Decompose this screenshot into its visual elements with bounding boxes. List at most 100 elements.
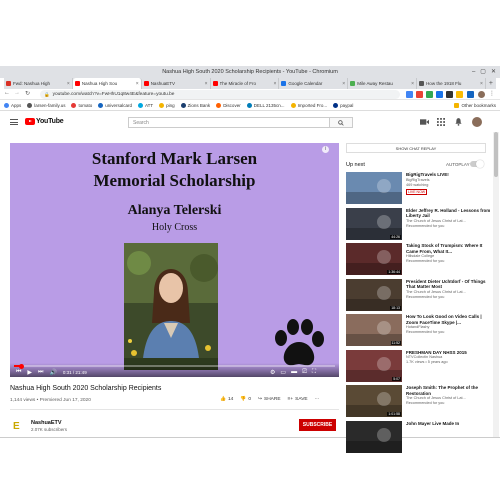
youtube-logo[interactable]: YouTube [25,118,64,125]
volume-icon[interactable]: 🔊 [49,369,56,376]
notifications-bell-icon[interactable] [455,118,462,126]
account-avatar[interactable] [472,117,482,127]
recommended-video[interactable]: John Mayer Live Made In [346,420,492,455]
browser-tab[interactable]: The Miracle of Fro × [211,78,280,89]
browser-tab[interactable]: How the 1918 Flu × [417,78,486,89]
channel-name[interactable]: NashuaETV [31,420,62,426]
play-icon[interactable]: ▶ [27,369,32,376]
extension-icon[interactable] [467,90,474,98]
channel-avatar[interactable]: E [11,418,25,432]
browser-tab[interactable]: Mile Away Restau × [348,78,418,89]
recommended-video[interactable]: 11:52 How To Look Good on Video Calls | Z… [346,314,492,348]
fullscreen-icon[interactable]: ⛶ [312,369,316,376]
maximize-icon[interactable]: ▢ [480,68,486,76]
browser-tab[interactable]: Fwd: Nashua High × [4,78,73,89]
subscribe-button[interactable]: SUBSCRIBE [299,419,336,431]
bookmark-item[interactable]: ATT [137,102,153,108]
theater-mode-icon[interactable]: ▬ [291,369,297,376]
bookmark-favicon-icon [290,102,296,108]
menu-icon[interactable] [10,119,18,125]
close-tab-icon[interactable]: × [67,81,70,87]
like-button[interactable]: 👍 14 [220,397,233,402]
bookmark-item[interactable]: tomato [71,102,92,108]
recommended-video[interactable]: 1:01:58 Joseph Smith: The Prophet of the … [346,385,492,419]
extension-icon[interactable] [436,90,443,98]
tab-favicon-icon [281,81,287,86]
tab-label: Google Calendar [288,81,323,86]
recommended-video[interactable]: 5:07 FRESHMAN DAY NHSS 2015 NTVCollectin N… [346,349,492,384]
minimize-icon[interactable]: – [472,68,475,76]
folder-icon [454,102,460,108]
bookmark-item[interactable]: larsen-family.us [27,102,65,108]
autoplay-toggle[interactable] [470,160,484,168]
video-thumbnail[interactable]: 1:36:44 [346,243,402,275]
recommended-title: Elder Jeffrey R. Holland - Lessons from … [406,207,491,219]
bookmark-favicon-icon [137,102,143,108]
show-chat-replay-button[interactable]: SHOW CHAT REPLAY [346,143,486,153]
close-window-icon[interactable]: ✕ [491,68,496,76]
address-url: youtube.com/watch?v=FwHhU1q8w4E&feature=… [52,92,175,97]
bookmark-item[interactable]: Imported Fro... [290,102,327,108]
create-video-icon[interactable] [420,118,429,126]
bookmark-item[interactable]: universalcard [98,102,132,108]
video-thumbnail[interactable]: 5:07 [346,349,402,382]
address-bar[interactable]: 🔒 youtube.com/watch?v=FwHhU1q8w4E&featur… [40,90,400,99]
close-tab-icon[interactable]: × [342,81,345,87]
bookmark-item[interactable]: Apps [4,102,21,108]
search-input[interactable]: Search [128,117,330,128]
profile-icon[interactable] [478,90,485,98]
extension-icon[interactable] [456,90,463,98]
browser-tab[interactable]: Nashua High Sou × [72,78,142,89]
extension-icon[interactable] [446,90,453,98]
save-button[interactable]: ≡+ SAVE [288,397,308,402]
dislike-button[interactable]: 👎 0 [240,397,251,402]
more-actions-icon[interactable]: ⋯ [315,397,320,402]
cast-icon[interactable]: ⎚ [302,369,307,376]
video-thumbnail[interactable]: 1:01:58 [346,385,402,417]
thumbs-up-icon: 👍 [220,397,226,402]
bookmark-item[interactable]: paypal [333,102,353,108]
share-button[interactable]: ↪ SHARE [258,397,281,402]
recommended-video[interactable]: 44:26 Elder Jeffrey R. Holland - Lessons … [346,207,492,242]
previous-icon[interactable]: ⏮ [16,369,21,376]
recommended-video[interactable]: 1:36:44 Taking Stock of Trumpism: Where I… [346,243,492,277]
miniplayer-icon[interactable]: ▭ [280,369,286,376]
close-tab-icon[interactable]: × [273,81,276,87]
kebab-menu-icon[interactable]: ⋮ [489,90,495,97]
settings-gear-icon[interactable]: ⚙ [270,369,275,376]
page-scrollbar[interactable] [493,132,499,437]
progress-bar[interactable] [14,363,335,369]
search-icon [338,119,344,126]
bookmark-item[interactable]: ping [159,102,175,108]
close-tab-icon[interactable]: × [205,81,208,87]
video-thumbnail[interactable]: 18:13 [346,278,402,311]
reload-icon[interactable]: ↻ [25,90,30,97]
other-bookmarks[interactable]: Other bookmarks [454,102,496,108]
video-thumbnail[interactable]: 11:52 [346,314,402,346]
video-thumbnail[interactable]: 44:26 [346,207,402,240]
browser-tab[interactable]: NashuaETV × [142,78,211,89]
close-tab-icon[interactable]: × [480,81,483,87]
video-thumbnail[interactable] [346,420,402,453]
browser-tab[interactable]: Google Calendar × [279,78,349,89]
bookmark-item[interactable]: DELL 2135cn... [246,102,285,108]
video-thumbnail[interactable] [346,172,402,204]
close-tab-icon[interactable]: × [411,81,414,87]
new-tab-icon[interactable]: + [486,78,496,89]
extension-icon[interactable] [426,90,433,98]
bookmark-favicon-icon [333,102,339,108]
extension-icon[interactable] [406,90,413,98]
time-display: 0:31 / 21:49 [62,370,87,375]
next-icon[interactable]: ⏭ [38,369,43,376]
bookmark-item[interactable]: Discover [216,102,241,108]
recommended-video[interactable]: 18:13 President Dieter Uchtdorf - Of Thin… [346,278,492,313]
bookmark-item[interactable]: Zions Bank [180,102,210,108]
back-icon[interactable]: ← [4,90,10,96]
apps-grid-icon[interactable] [437,118,445,126]
search-button[interactable] [330,117,353,128]
forward-icon[interactable]: → [14,90,20,96]
close-tab-icon[interactable]: × [136,81,139,87]
recommended-meta: Recommended for you [406,259,445,263]
extension-icon[interactable] [416,90,423,98]
recommended-video[interactable]: BigRigTravels LIVE! BigRigTravels 469 watc… [346,172,492,206]
